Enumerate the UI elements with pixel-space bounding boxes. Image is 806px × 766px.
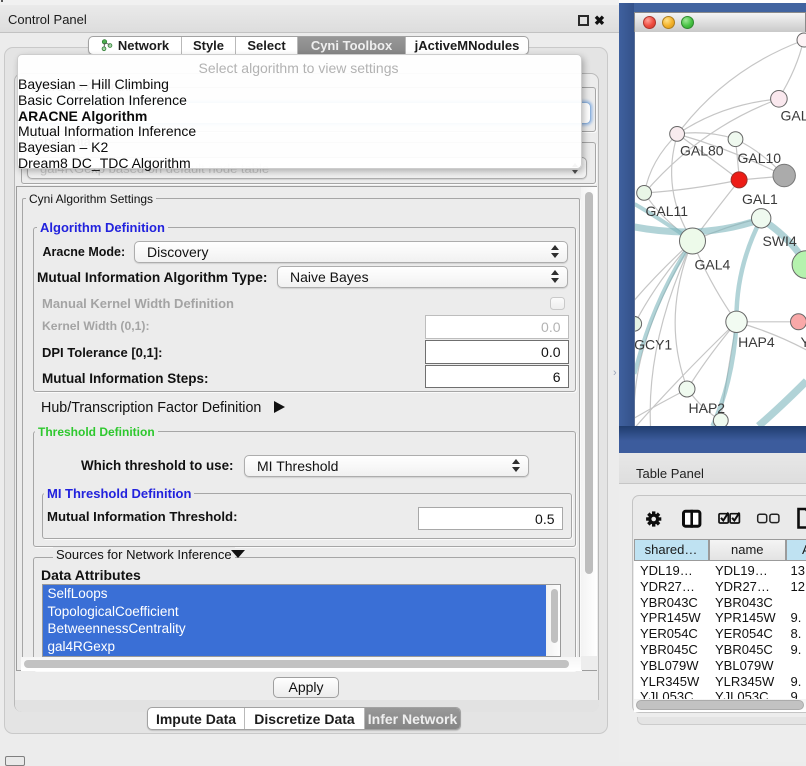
svg-text:SWI4: SWI4 bbox=[762, 233, 796, 249]
svg-text:HAP2: HAP2 bbox=[688, 400, 725, 416]
svg-text:GAL2: GAL2 bbox=[780, 107, 806, 123]
svg-text:YJ: YJ bbox=[800, 334, 806, 350]
svg-text:GAL80: GAL80 bbox=[680, 142, 724, 158]
svg-text:HAP4: HAP4 bbox=[738, 334, 775, 350]
svg-text:GCY1: GCY1 bbox=[635, 336, 672, 352]
svg-text:GAL4: GAL4 bbox=[694, 256, 730, 272]
svg-text:GAL10: GAL10 bbox=[737, 150, 781, 166]
svg-text:GAL11: GAL11 bbox=[645, 203, 688, 219]
svg-text:GAL1: GAL1 bbox=[742, 191, 778, 207]
